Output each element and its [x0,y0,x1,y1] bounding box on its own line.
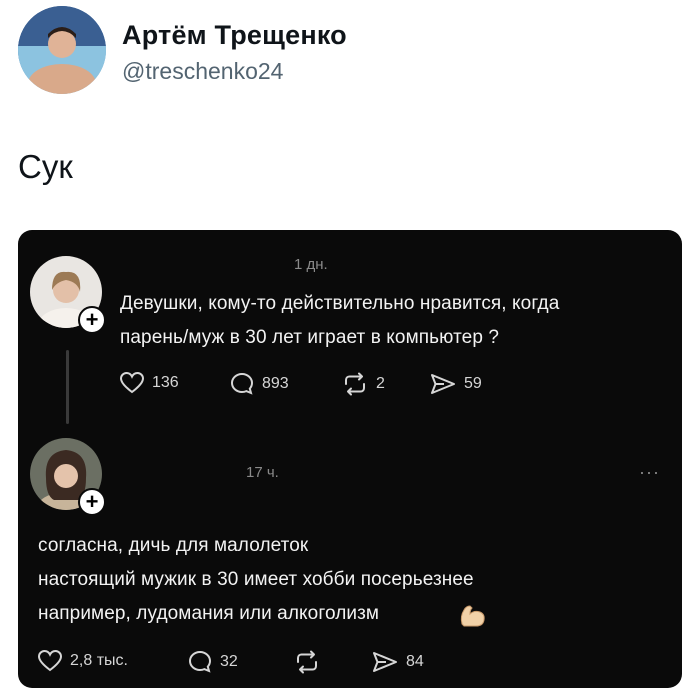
repost-icon [297,650,317,674]
heart-icon [120,372,144,394]
comment-icon [230,372,254,395]
post1-text-line-2: парень/муж в 30 лет играет в компьютер ? [120,327,500,348]
post1-text-line-1: Девушки, кому-то действительно нравится,… [120,293,560,314]
embedded-screenshot: + 1 дн. Девушки, кому-то действительно н… [18,230,682,688]
more-icon[interactable]: ··· [639,462,660,483]
post2-comment-count: 32 [220,653,238,670]
post2-like-button[interactable]: 2,8 тыс. [38,650,128,672]
post1-comment-button[interactable]: 893 [230,372,289,396]
author-name[interactable]: Артём Трещенко [122,20,347,51]
post1-like-count: 136 [152,374,179,391]
post1-repost-count: 2 [376,375,385,392]
tweet-text: Сук [18,148,73,185]
post2-text-line-3: например, лудомания или алкоголизм [38,603,380,624]
post1-share-button[interactable]: 59 [430,372,482,396]
post1-time: 1 дн. [294,256,328,273]
post2-text-line-2: настоящий мужик в 30 имеет хобби посерье… [38,569,474,590]
post2-follow-plus-icon[interactable]: + [78,488,106,516]
post1-follow-plus-icon[interactable]: + [78,306,106,334]
post2-text-line-1: согласна, дичь для малолеток [38,535,309,556]
post1-repost-button[interactable]: 2 [342,372,385,396]
post1-like-button[interactable]: 136 [120,372,179,394]
post1-share-count: 59 [464,375,482,392]
send-icon [373,652,397,672]
post2-time: 17 ч. [246,464,279,481]
send-icon [431,374,455,394]
thread-connector-line [66,350,69,424]
author-handle[interactable]: @treschenko24 [122,58,283,85]
author-avatar[interactable] [18,6,106,94]
tweet-header: Артём Трещенко @treschenko24 [18,6,678,98]
post2-repost-button[interactable] [294,650,320,674]
post2-like-count: 2,8 тыс. [70,652,128,669]
comment-icon [188,650,212,673]
post2-share-count: 84 [406,653,424,670]
flexed-biceps-emoji [460,605,485,627]
heart-icon [38,650,62,672]
post2-comment-button[interactable]: 32 [188,650,238,674]
post1-comment-count: 893 [262,375,289,392]
repost-icon [345,372,365,396]
post2-share-button[interactable]: 84 [372,650,424,674]
